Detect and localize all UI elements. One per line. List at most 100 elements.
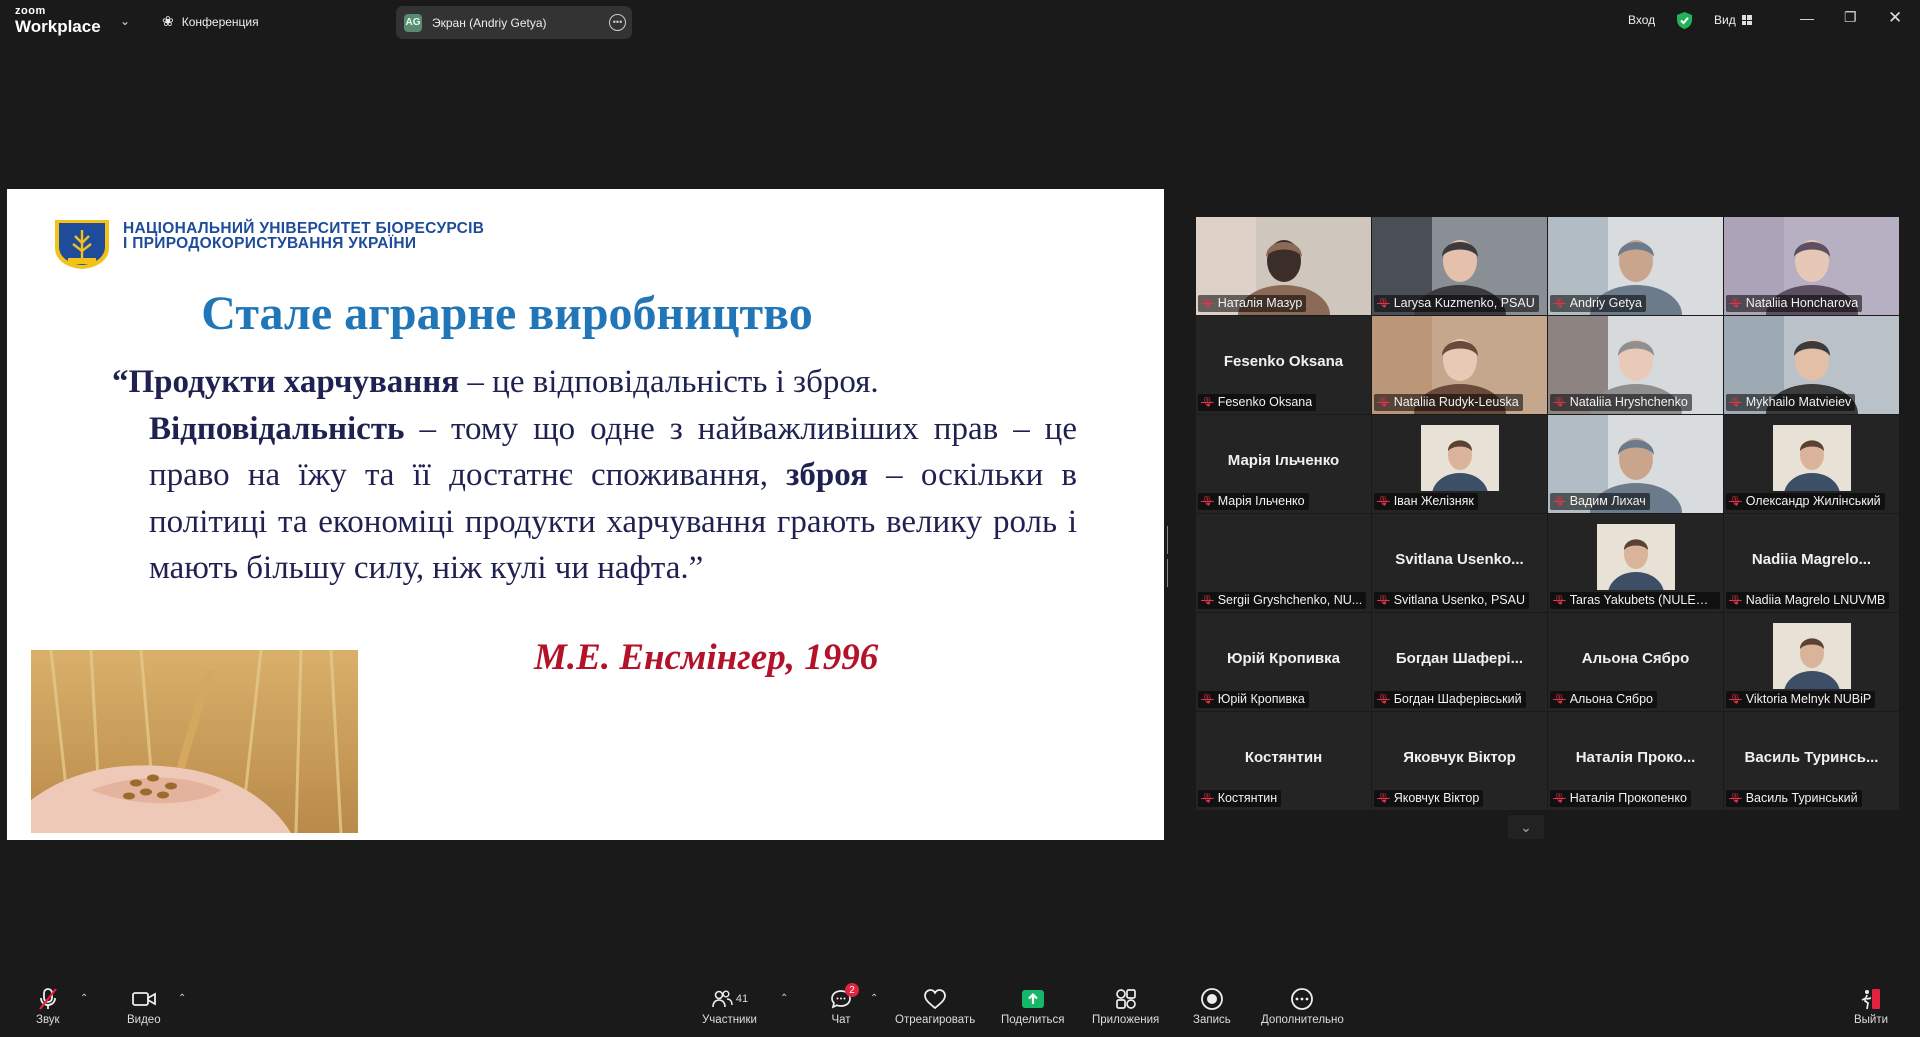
ellipsis-icon: [1290, 987, 1314, 1011]
participants-label: Участники: [702, 1014, 757, 1026]
participant-name-label: 🎙︎ Костянтин: [1198, 790, 1282, 807]
quote-bold-2: Відповідальність: [149, 410, 405, 447]
participant-tile[interactable]: Богдан Шафері... 🎙︎ Богдан Шаферівський: [1372, 613, 1547, 711]
video-button[interactable]: Видео: [127, 987, 161, 1026]
participant-tile[interactable]: 🎙︎ Andriy Getya: [1548, 217, 1723, 315]
participant-tile[interactable]: 🎙︎ Taras Yakubets (NULES ...: [1548, 514, 1723, 612]
participant-tile[interactable]: 🎙︎ Олександр Жилінський: [1724, 415, 1899, 513]
share-button[interactable]: Поделиться: [1001, 987, 1065, 1026]
login-button[interactable]: Вход: [1628, 13, 1655, 27]
ellipsis-icon[interactable]: •••: [609, 14, 626, 31]
chat-button[interactable]: 2 Чат: [830, 983, 859, 1026]
apps-label: Приложения: [1092, 1014, 1160, 1026]
screen-share-indicator[interactable]: AG Экран (Andriy Getya) •••: [396, 6, 632, 39]
participant-name-label: 🎙︎ Mykhailo Matvieiev: [1726, 394, 1856, 411]
participant-display-name: Василь Туринсь...: [1744, 749, 1879, 766]
participant-tile[interactable]: 🎙︎ Nataliia Rudyk-Leuska: [1372, 316, 1547, 414]
participant-name: Larysa Kuzmenko, PSAU: [1393, 296, 1535, 310]
participant-display-name: Nadiia Magrelo...: [1751, 551, 1872, 568]
participant-tile[interactable]: 🎙︎ Nataliia Honcharova: [1724, 217, 1899, 315]
participant-name: Nataliia Hryshchenko: [1569, 395, 1688, 409]
avatar: [1772, 623, 1851, 689]
participant-name: Fesenko Oksana: [1217, 395, 1313, 409]
participant-name: Andriy Getya: [1569, 296, 1642, 310]
participant-tile[interactable]: 🎙︎ Іван Желізняк: [1372, 415, 1547, 513]
participant-tile[interactable]: 🎙︎ Наталія Мазур: [1196, 217, 1371, 315]
restore-icon[interactable]: ❐: [1844, 9, 1857, 26]
participant-display-name: Костянтин: [1244, 749, 1323, 766]
participant-tile[interactable]: Юрій Кропивка 🎙︎ Юрій Кропивка: [1196, 613, 1371, 711]
participant-tile[interactable]: 🎙︎ Sergii Gryshchenko, NU...: [1196, 514, 1371, 612]
chat-options-caret[interactable]: ⌃: [870, 993, 878, 1004]
leave-button[interactable]: Выйти: [1854, 987, 1888, 1026]
participant-name-label: 🎙︎ Олександр Жилінський: [1726, 493, 1885, 510]
paw-icon: ❀: [162, 13, 174, 29]
quote-author: М.Е. Енсмінгер, 1996: [534, 637, 879, 678]
chevron-down-icon[interactable]: ⌄: [120, 14, 130, 28]
participant-tile[interactable]: Nadiia Magrelo... 🎙︎ Nadiia Magrelo LNUVMB: [1724, 514, 1899, 612]
mic-off-icon: [37, 987, 59, 1011]
mic-off-icon: 🎙︎: [1201, 495, 1214, 507]
participant-tile[interactable]: 🎙︎ Вадим Лихач: [1548, 415, 1723, 513]
audio-button[interactable]: Звук: [36, 987, 60, 1026]
react-button[interactable]: Отреагировать: [895, 987, 975, 1026]
participant-name: Viktoria Melnyk NUBiP: [1745, 692, 1872, 706]
participant-tile[interactable]: Марія Ільченко 🎙︎ Марія Ільченко: [1196, 415, 1371, 513]
chat-badge: 2: [845, 983, 859, 997]
audio-label: Звук: [36, 1014, 60, 1026]
participant-name: Taras Yakubets (NULES ...: [1569, 593, 1716, 607]
participant-tile[interactable]: 🎙︎ Viktoria Melnyk NUBiP: [1724, 613, 1899, 711]
wheat-photo: [31, 650, 358, 833]
participant-name-label: 🎙︎ Богдан Шаферівський: [1374, 691, 1526, 708]
chevron-down-icon[interactable]: ⌄: [1508, 815, 1544, 839]
audio-options-caret[interactable]: ⌃: [80, 993, 88, 1004]
minimize-icon[interactable]: —: [1800, 10, 1814, 26]
participant-tile[interactable]: 🎙︎ Larysa Kuzmenko, PSAU: [1372, 217, 1547, 315]
quote-text-1: – це відповідальність і зброя.: [459, 364, 879, 400]
more-button[interactable]: Дополнительно: [1261, 987, 1344, 1026]
participants-options-caret[interactable]: ⌃: [780, 993, 788, 1004]
meeting-info-button[interactable]: ❀ Конференция: [162, 13, 259, 30]
participant-tile[interactable]: 🎙︎ Mykhailo Matvieiev: [1724, 316, 1899, 414]
panel-resize-handle[interactable]: [1167, 526, 1171, 587]
participant-name-label: 🎙︎ Fesenko Oksana: [1198, 394, 1317, 411]
mic-off-icon: 🎙︎: [1553, 594, 1566, 606]
avatar: [1420, 425, 1499, 491]
participant-display-name: Наталія Проко...: [1575, 749, 1696, 766]
participant-name: Альона Сябро: [1569, 692, 1653, 706]
video-options-caret[interactable]: ⌃: [178, 993, 186, 1004]
participant-display-name: Fesenko Oksana: [1223, 353, 1344, 370]
participant-name: Nataliia Rudyk-Leuska: [1393, 395, 1519, 409]
participant-tile[interactable]: Fesenko Oksana 🎙︎ Fesenko Oksana: [1196, 316, 1371, 414]
quote-bold-3: зброя: [786, 457, 868, 493]
close-icon[interactable]: ✕: [1888, 8, 1902, 28]
participant-tile[interactable]: Костянтин 🎙︎ Костянтин: [1196, 712, 1371, 810]
mic-off-icon: 🎙︎: [1377, 594, 1390, 606]
participants-button[interactable]: 41 Участники: [702, 987, 757, 1026]
react-label: Отреагировать: [895, 1014, 976, 1026]
participant-tile[interactable]: Василь Туринсь... 🎙︎ Василь Туринський: [1724, 712, 1899, 810]
participant-name-label: 🎙︎ Sergii Gryshchenko, NU...: [1198, 592, 1367, 609]
participant-tile[interactable]: 🎙︎ Nataliia Hryshchenko: [1548, 316, 1723, 414]
participant-name: Наталія Прокопенко: [1569, 791, 1687, 805]
record-button[interactable]: Запись: [1193, 987, 1231, 1026]
participant-name: Яковчук Віктор: [1393, 791, 1480, 805]
mic-off-icon: 🎙︎: [1201, 396, 1214, 408]
apps-button[interactable]: Приложения: [1092, 987, 1159, 1026]
participant-name: Юрій Кропивка: [1217, 692, 1305, 706]
record-icon: [1200, 987, 1224, 1011]
participant-name-label: 🎙︎ Наталія Мазур: [1198, 295, 1307, 312]
participant-name: Вадим Лихач: [1569, 494, 1646, 508]
participant-name-label: 🎙︎ Nadiia Magrelo LNUVMB: [1726, 592, 1890, 609]
shield-check-icon[interactable]: [1676, 11, 1693, 30]
gallery-grid-icon: [1741, 15, 1752, 25]
view-button[interactable]: Вид: [1714, 13, 1752, 27]
participant-tile[interactable]: Альона Сябро 🎙︎ Альона Сябро: [1548, 613, 1723, 711]
participant-name-label: 🎙︎ Василь Туринський: [1726, 790, 1862, 807]
participant-name-label: 🎙︎ Іван Желізняк: [1374, 493, 1478, 510]
participant-tile[interactable]: Svitlana Usenko... 🎙︎ Svitlana Usenko, PSA…: [1372, 514, 1547, 612]
participant-tile[interactable]: Яковчук Віктор 🎙︎ Яковчук Віктор: [1372, 712, 1547, 810]
participant-name-label: 🎙︎ Юрій Кропивка: [1198, 691, 1309, 708]
participant-tile[interactable]: Наталія Проко... 🎙︎ Наталія Прокопенко: [1548, 712, 1723, 810]
chat-label: Чат: [831, 1014, 851, 1026]
